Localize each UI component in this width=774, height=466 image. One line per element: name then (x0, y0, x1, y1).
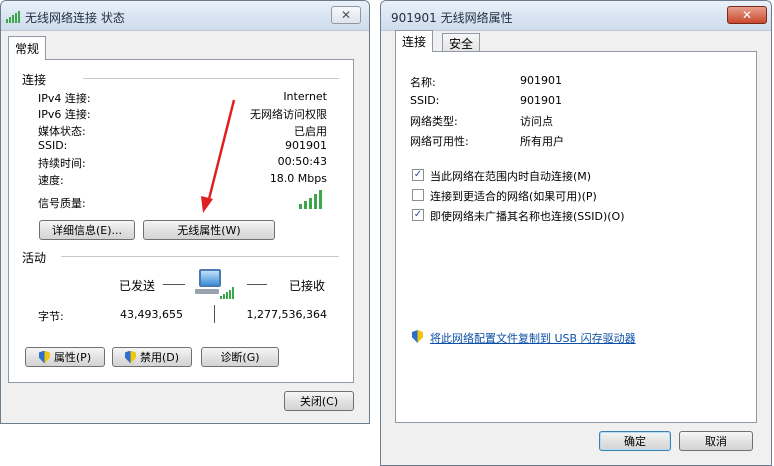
ipv4-value: Internet (283, 90, 327, 103)
ipv6-value: 无网络访问权限 (250, 108, 327, 121)
name-label: 名称: (410, 76, 436, 89)
ssid-value: 901901 (285, 139, 327, 152)
disable-button[interactable]: 禁用(D) (112, 347, 192, 367)
status-titlebar[interactable]: 无线网络连接 状态 ✕ (1, 1, 369, 31)
bytes-label: 字节: (38, 310, 64, 323)
connection-panel: 名称: 901901 SSID: 901901 网络类型: 访问点 网络可用性:… (395, 51, 757, 423)
properties-window-title: 901901 无线网络属性 (391, 11, 513, 25)
speed-value: 18.0 Mbps (269, 172, 327, 185)
activity-section-title: 活动 (22, 251, 47, 265)
divider (61, 256, 339, 257)
shield-icon (412, 330, 423, 343)
sent-label: 已发送 (119, 279, 156, 293)
properties-button-label: 属性(P) (53, 351, 92, 364)
hidden-ssid-checkbox[interactable]: ✓ (412, 209, 424, 221)
duration-value: 00:50:43 (277, 155, 327, 168)
close-icon[interactable]: ✕ (331, 6, 361, 24)
network-type-label: 网络类型: (410, 115, 458, 128)
ssid-value: 901901 (520, 94, 562, 107)
network-type-value: 访问点 (520, 115, 553, 128)
media-state-value: 已启用 (294, 125, 327, 138)
diagnose-button[interactable]: 诊断(G) (201, 347, 279, 367)
speed-label: 速度: (38, 174, 64, 187)
shield-icon (38, 350, 50, 364)
connection-section-title: 连接 (22, 73, 47, 87)
wifi-signal-icon (6, 11, 20, 23)
ssid-label: SSID: (38, 139, 68, 152)
wireless-properties-button[interactable]: 无线属性(W) (143, 220, 275, 240)
signal-strength-icon (299, 190, 322, 209)
activity-stem (214, 305, 215, 323)
ipv6-label: IPv6 连接: (38, 108, 91, 121)
prefer-network-label[interactable]: 连接到更适合的网络(如果可用)(P) (430, 188, 597, 204)
general-panel: 连接 IPv4 连接: Internet IPv6 连接: 无网络访问权限 媒体… (8, 59, 354, 383)
close-button[interactable]: 关闭(C) (284, 391, 354, 411)
status-window: 无线网络连接 状态 ✕ 常规 连接 IPv4 连接: Internet IPv6… (0, 0, 370, 424)
tab-general[interactable]: 常规 (8, 36, 47, 60)
cancel-button[interactable]: 取消 (679, 431, 753, 451)
shield-icon (124, 350, 136, 364)
received-line (247, 284, 267, 285)
copy-to-usb-link[interactable]: 将此网络配置文件复制到 USB 闪存驱动器 (430, 330, 636, 346)
properties-titlebar[interactable]: 901901 无线网络属性 ✕ (381, 1, 771, 31)
ipv4-label: IPv4 连接: (38, 92, 91, 105)
signal-quality-label: 信号质量: (38, 197, 86, 210)
close-icon[interactable]: ✕ (727, 6, 767, 24)
details-button[interactable]: 详细信息(E)... (39, 220, 135, 240)
activity-signal-icon (220, 287, 234, 299)
properties-window: 901901 无线网络属性 ✕ 连接 安全 名称: 901901 SSID: 9… (380, 0, 772, 466)
divider (83, 78, 339, 79)
auto-connect-label[interactable]: 当此网络在范围内时自动连接(M) (430, 168, 591, 184)
prefer-network-checkbox[interactable] (412, 189, 424, 201)
bytes-sent-value: 43,493,655 (120, 308, 183, 321)
ok-button[interactable]: 确定 (599, 431, 671, 451)
availability-label: 网络可用性: (410, 135, 469, 148)
tab-security[interactable]: 安全 (442, 33, 481, 52)
sent-line (163, 284, 185, 285)
auto-connect-checkbox[interactable]: ✓ (412, 169, 424, 181)
hidden-ssid-label[interactable]: 即使网络未广播其名称也连接(SSID)(O) (430, 208, 625, 224)
network-computer-icon (193, 265, 234, 305)
duration-label: 持续时间: (38, 157, 86, 170)
status-window-title: 无线网络连接 状态 (25, 11, 125, 25)
name-value: 901901 (520, 74, 562, 87)
received-label: 已接收 (289, 279, 326, 293)
properties-button[interactable]: 属性(P) (25, 347, 105, 367)
media-state-label: 媒体状态: (38, 125, 86, 138)
availability-value: 所有用户 (520, 135, 564, 148)
tab-connection[interactable]: 连接 (395, 30, 434, 52)
bytes-received-value: 1,277,536,364 (246, 308, 327, 321)
disable-button-label: 禁用(D) (139, 351, 180, 364)
ssid-label: SSID: (410, 94, 440, 107)
